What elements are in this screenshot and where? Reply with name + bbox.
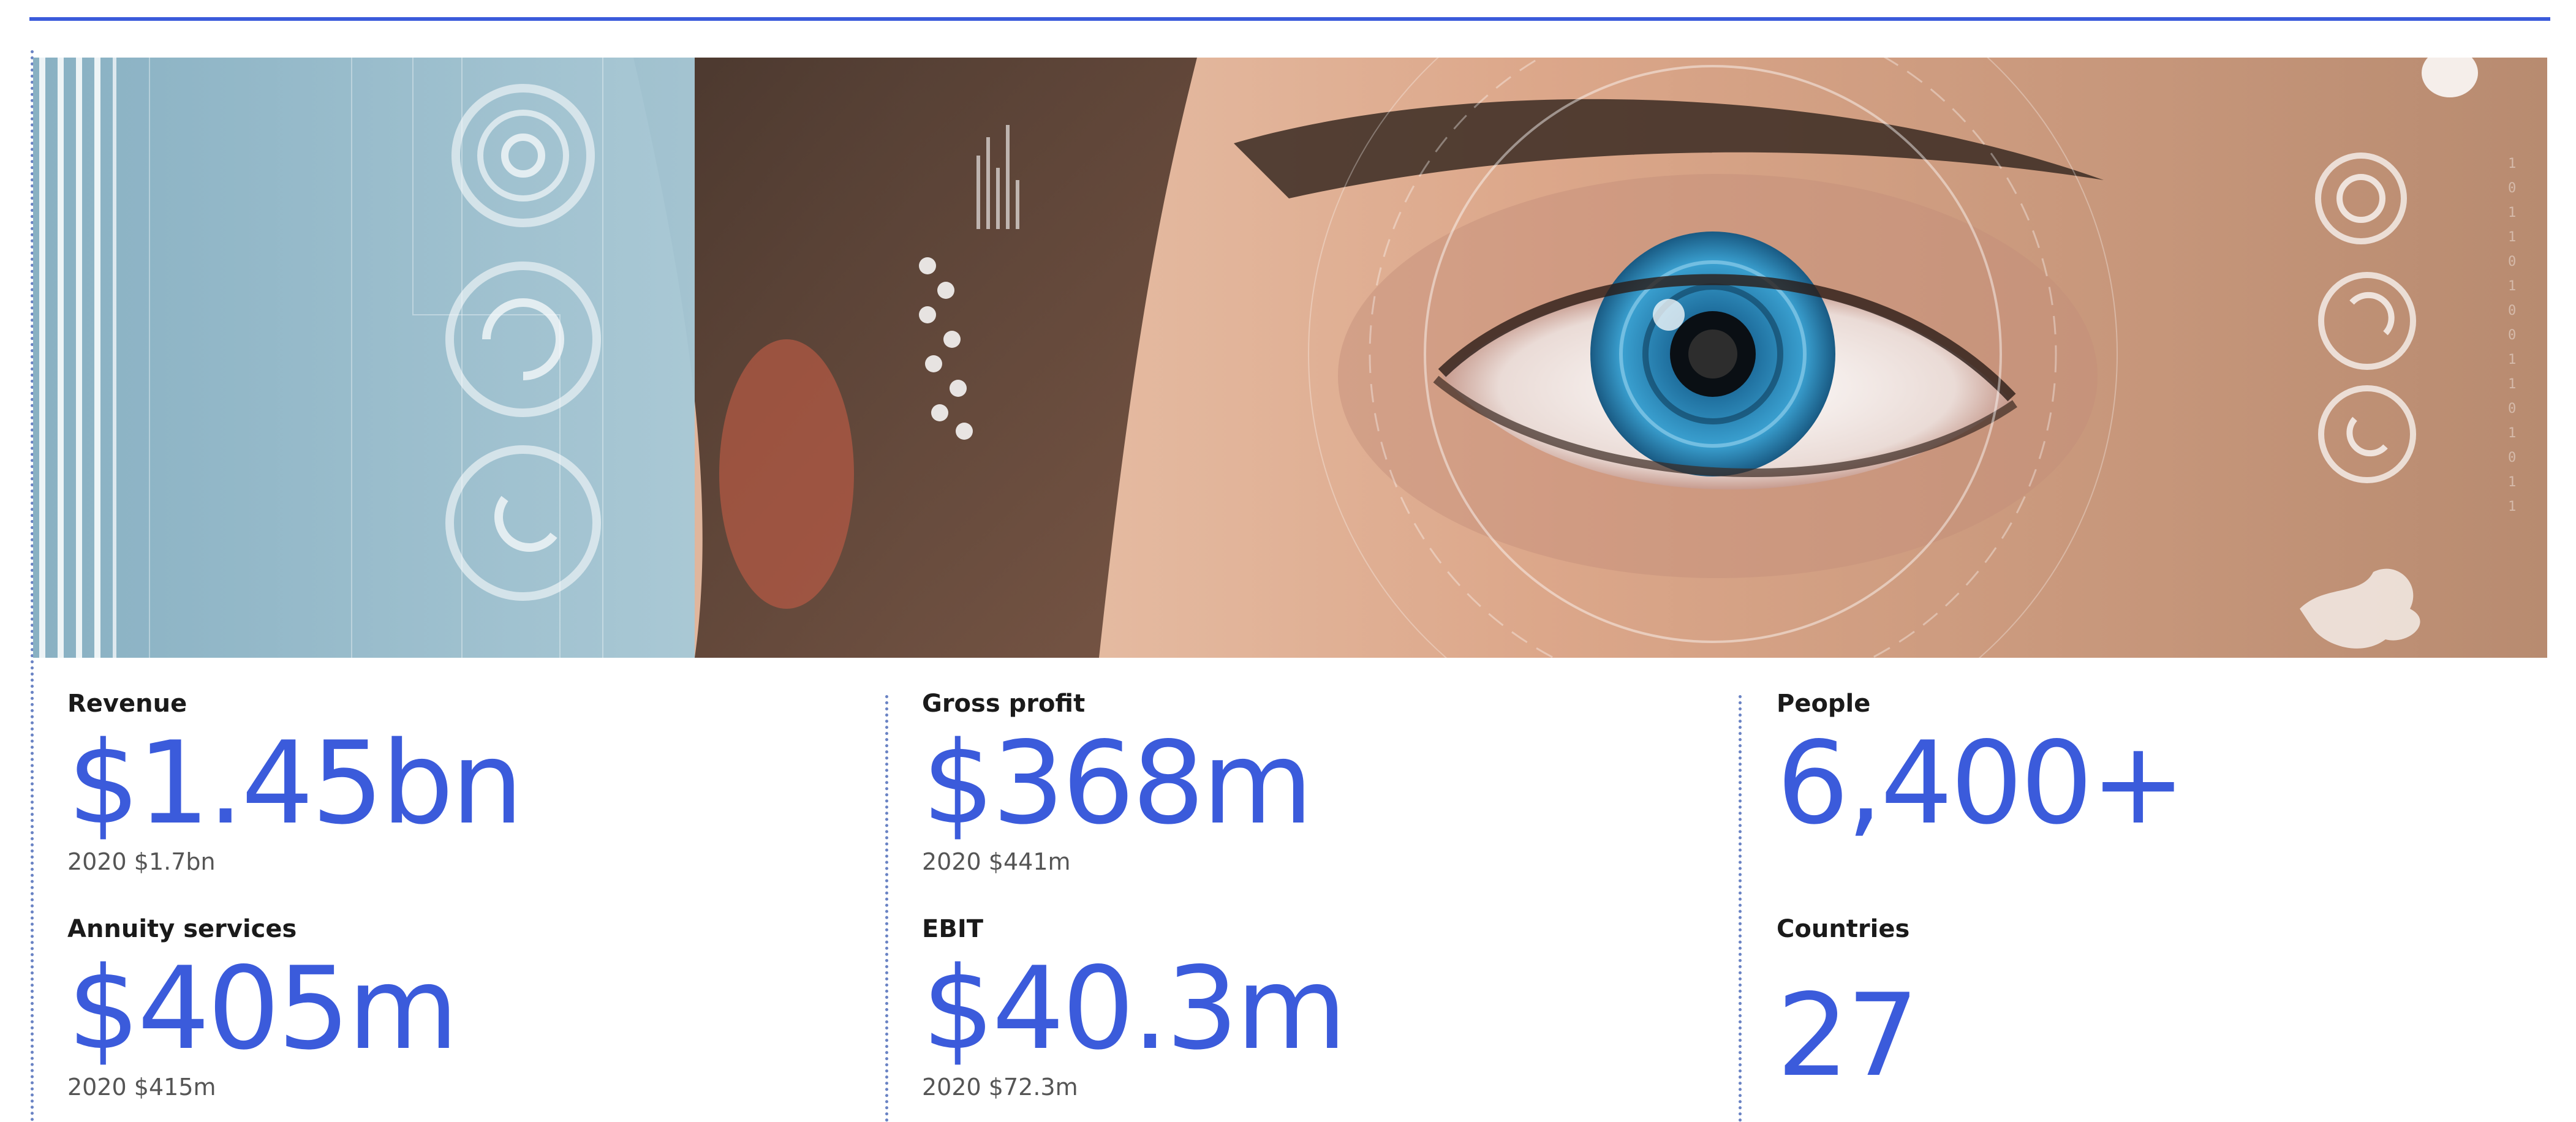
- stat-label: Annuity services: [67, 915, 297, 943]
- stats-column-3: People 6,400+ Countries 27: [1777, 689, 2576, 1122]
- svg-text:0: 0: [2508, 254, 2516, 269]
- svg-text:0: 0: [2508, 181, 2516, 196]
- stat-label: People: [1777, 690, 1871, 718]
- stat-gross-profit: Gross profit $368m 2020 $441m: [922, 689, 1313, 875]
- svg-text:0: 0: [2508, 328, 2516, 343]
- stat-prior-year: 2020 $1.7bn: [67, 848, 216, 875]
- stat-revenue: Revenue $1.45bn 2020 $1.7bn: [67, 689, 523, 875]
- stat-value: $368m: [922, 717, 1313, 849]
- svg-text:1: 1: [2508, 205, 2516, 220]
- stat-label: Revenue: [67, 690, 187, 718]
- stat-label: EBIT: [922, 915, 983, 943]
- stat-annuity-services: Annuity services $405m 2020 $415m: [67, 914, 459, 1101]
- stat-label: Countries: [1777, 915, 1910, 943]
- annual-highlights-page: 1 0 1 1 0 1 0 0 1 1 0 1 0 1 1 Revenue $1.45bn 2020…: [0, 0, 2576, 1122]
- stat-value: $40.3m: [922, 942, 1347, 1075]
- column-divider: [885, 695, 888, 1122]
- stat-value: 27: [1777, 969, 1919, 1102]
- svg-text:1: 1: [2508, 426, 2516, 441]
- stat-ebit: EBIT $40.3m 2020 $72.3m: [922, 914, 1347, 1101]
- stat-prior-year: 2020 $72.3m: [922, 1074, 1078, 1101]
- svg-text:1: 1: [2508, 279, 2516, 294]
- stat-countries: Countries 27: [1777, 914, 1919, 1102]
- stat-label: Gross profit: [922, 690, 1086, 718]
- svg-text:1: 1: [2508, 230, 2516, 245]
- svg-text:1: 1: [2508, 352, 2516, 367]
- svg-text:1: 1: [2508, 475, 2516, 490]
- stat-people: People 6,400+: [1777, 689, 2186, 849]
- stat-value: $405m: [67, 942, 459, 1075]
- hero-image-eye-technology: 1 0 1 1 0 1 0 0 1 1 0 1 0 1 1: [33, 58, 2547, 658]
- svg-text:0: 0: [2508, 450, 2516, 465]
- column-divider: [1739, 695, 1742, 1122]
- svg-text:0: 0: [2508, 303, 2516, 318]
- stat-value: 6,400+: [1777, 717, 2186, 849]
- svg-text:1: 1: [2508, 499, 2516, 514]
- stat-prior-year: 2020 $415m: [67, 1074, 216, 1101]
- top-accent-rule: [29, 17, 2550, 21]
- stat-prior-year: 2020 $441m: [922, 848, 1071, 875]
- stat-value: $1.45bn: [67, 717, 523, 849]
- svg-text:1: 1: [2508, 156, 2516, 171]
- svg-text:0: 0: [2508, 401, 2516, 416]
- stats-column-1: Revenue $1.45bn 2020 $1.7bn Annuity serv…: [67, 689, 882, 1122]
- stats-column-2: Gross profit $368m 2020 $441m EBIT $40.3…: [922, 689, 1737, 1122]
- svg-text:1: 1: [2508, 377, 2516, 392]
